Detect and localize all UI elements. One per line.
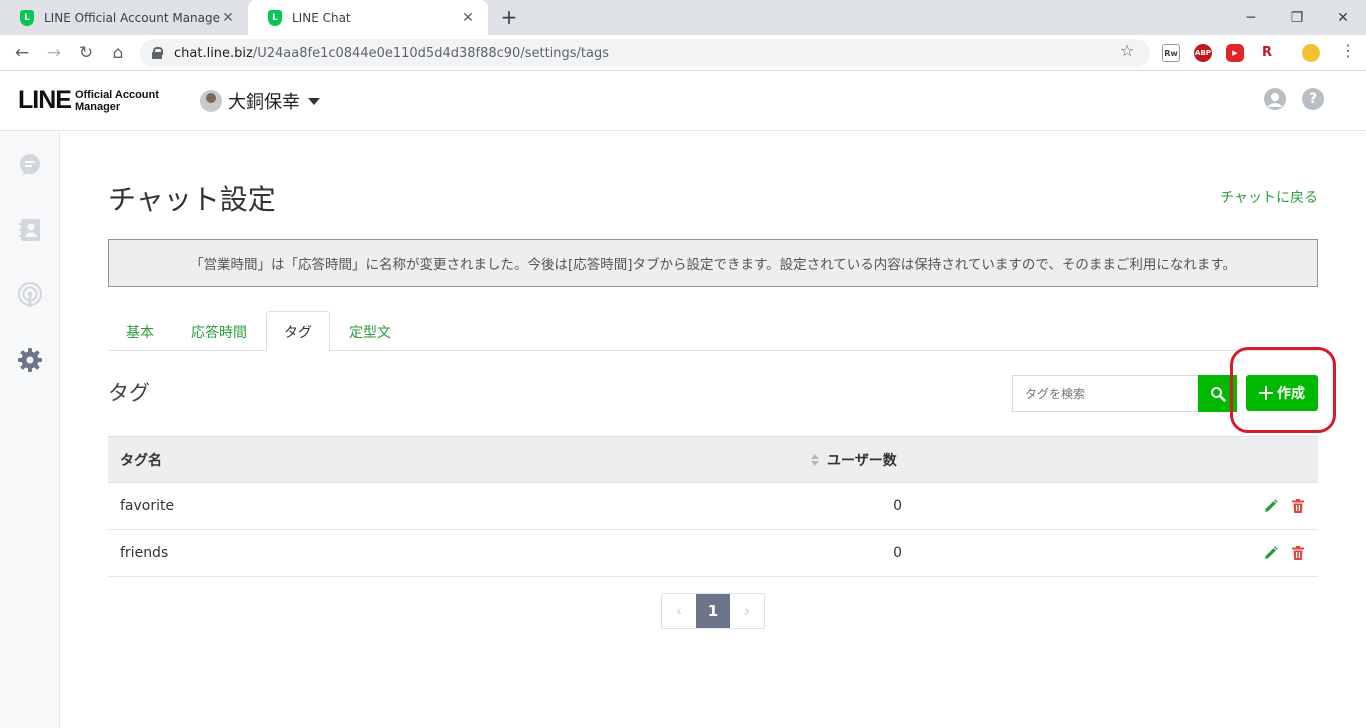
broadcast-icon [18, 282, 42, 307]
tag-name-cell: favorite [120, 498, 175, 514]
row-actions [1264, 483, 1304, 529]
browser-toolbar: ← → ↻ ⌂ chat.line.biz /U24aa8fe1c0844e0e… [0, 35, 1366, 71]
logo-sub-line-1: Official Account [74, 88, 159, 101]
create-button-label: 作成 [1277, 386, 1305, 402]
profile-icon[interactable] [1302, 44, 1320, 62]
table-row: friends 0 [108, 530, 1318, 577]
tag-name-cell: friends [120, 545, 169, 561]
adblock-plus-icon[interactable]: ABP [1194, 44, 1212, 62]
extension-media-icon[interactable]: ▶ [1226, 44, 1244, 62]
pagination: ‹ 1 › [661, 593, 765, 629]
delete-trash-icon[interactable] [1292, 499, 1304, 513]
sidebar-item-settings[interactable] [0, 340, 60, 380]
tags-table: タグ名 ユーザー数 favorite 0 friends 0 [108, 436, 1318, 577]
browser-tab-strip: L LINE Official Account Manager ✕ L LINE… [0, 0, 1366, 35]
new-tab-icon[interactable]: + [498, 6, 520, 28]
url-path: /U24aa8fe1c0844e0e110d5d4d38f88c90/setti… [252, 45, 610, 61]
browser-tab-oam[interactable]: L LINE Official Account Manager ✕ [0, 0, 248, 35]
column-header-user-count[interactable]: ユーザー数 [811, 437, 897, 482]
browser-tab-title: LINE Official Account Manager [44, 10, 220, 25]
edit-pencil-icon[interactable] [1264, 499, 1278, 513]
lock-icon [152, 47, 163, 59]
column-header-tag-name: タグ名 [120, 452, 162, 469]
line-favicon-icon: L [268, 9, 282, 26]
avatar [200, 90, 222, 112]
back-arrow-icon[interactable]: ← [10, 41, 34, 65]
tab-response-hours[interactable]: 応答時間 [174, 311, 264, 352]
pagination-next-icon[interactable]: › [730, 594, 764, 628]
create-tag-button[interactable]: 作成 [1246, 375, 1318, 411]
notice-banner: 「営業時間」は「応答時間」に名称が変更されました。今後は[応答時間]タブから設定… [108, 239, 1318, 287]
user-count-cell: 0 [893, 545, 902, 561]
search-button[interactable] [1198, 375, 1237, 412]
user-profile-icon[interactable] [1264, 88, 1286, 110]
browser-tab-title: LINE Chat [292, 10, 351, 25]
sort-icon [811, 453, 819, 466]
forward-arrow-icon[interactable]: → [42, 41, 66, 65]
logo-line-text: LINE [18, 86, 72, 114]
edit-pencil-icon[interactable] [1264, 546, 1278, 560]
back-to-chat-link[interactable]: チャットに戻る [1220, 187, 1318, 207]
line-favicon-icon: L [20, 9, 34, 26]
gear-icon [18, 348, 42, 372]
search-icon [1210, 386, 1226, 402]
app-header: LINE Official Account Manager 大銅保幸 ? [0, 71, 1366, 131]
table-header: タグ名 ユーザー数 [108, 436, 1318, 483]
pagination-prev-icon[interactable]: ‹ [662, 594, 696, 628]
section-title: タグ [108, 381, 150, 405]
close-icon[interactable]: ✕ [460, 10, 476, 26]
line-oam-logo[interactable]: LINE Official Account Manager [18, 86, 159, 115]
tab-templates[interactable]: 定型文 [332, 311, 408, 352]
minimize-icon[interactable]: ─ [1228, 0, 1274, 35]
reload-icon[interactable]: ↻ [74, 41, 98, 65]
home-icon[interactable]: ⌂ [106, 41, 130, 65]
row-actions [1264, 530, 1304, 576]
tab-tags[interactable]: タグ [266, 311, 330, 352]
sidebar-item-broadcast[interactable] [0, 275, 60, 315]
sidebar-item-chat[interactable] [0, 145, 60, 185]
page-title: チャット設定 [108, 183, 276, 216]
browser-tab-line-chat[interactable]: L LINE Chat ✕ [248, 0, 488, 35]
chevron-down-icon [308, 97, 320, 105]
user-count-cell: 0 [893, 498, 902, 514]
tab-basic[interactable]: 基本 [108, 311, 172, 352]
sidebar-item-contacts[interactable] [0, 210, 60, 250]
chat-bubble-icon [20, 154, 40, 176]
bookmark-star-icon[interactable]: ☆ [1120, 41, 1134, 60]
column-header-user-count-label: ユーザー数 [827, 452, 897, 469]
delete-trash-icon[interactable] [1292, 546, 1304, 560]
account-switcher[interactable]: 大銅保幸 [200, 88, 320, 114]
tag-search-input[interactable] [1012, 375, 1199, 412]
contact-book-icon [19, 219, 40, 241]
restore-icon[interactable]: ❐ [1274, 0, 1320, 35]
settings-tabs: 基本 応答時間 タグ 定型文 [108, 311, 1318, 352]
url-domain: chat.line.biz [174, 45, 253, 61]
pagination-page-current[interactable]: 1 [696, 594, 730, 628]
window-close-icon[interactable]: ✕ [1320, 0, 1366, 35]
notice-text: 「営業時間」は「応答時間」に名称が変更されました。今後は[応答時間]タブから設定… [190, 257, 1236, 273]
extension-r-icon[interactable]: R [1258, 44, 1276, 62]
account-name: 大銅保幸 [228, 92, 300, 113]
address-bar[interactable]: chat.line.biz /U24aa8fe1c0844e0e110d5d4d… [140, 39, 1150, 67]
extension-rw-icon[interactable]: Rw [1162, 44, 1180, 62]
plus-icon [1259, 386, 1273, 400]
table-row: favorite 0 [108, 483, 1318, 530]
help-icon[interactable]: ? [1302, 88, 1324, 110]
more-menu-icon[interactable]: ⋮ [1340, 41, 1356, 60]
close-icon[interactable]: ✕ [220, 10, 236, 26]
logo-sub-text: Official Account Manager [75, 89, 159, 113]
logo-sub-line-2: Manager [74, 100, 121, 113]
sidebar [0, 131, 60, 728]
